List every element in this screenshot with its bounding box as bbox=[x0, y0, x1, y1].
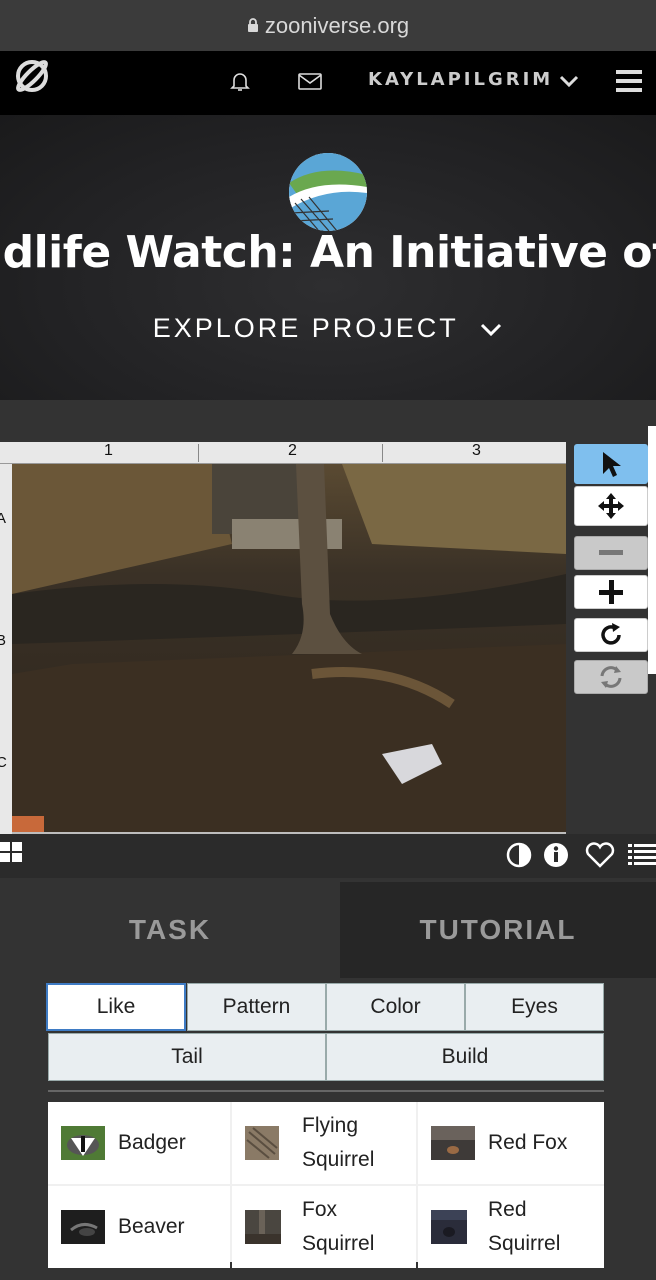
zoom-in-button[interactable] bbox=[574, 575, 648, 609]
reset-view-button[interactable] bbox=[574, 660, 648, 694]
subject-actions-bar bbox=[0, 834, 656, 878]
ruler-label: 3 bbox=[472, 442, 481, 459]
choice-label: Badger bbox=[118, 1131, 186, 1154]
tab-tutorial[interactable]: TUTORIAL bbox=[340, 882, 656, 978]
rotate-icon bbox=[601, 623, 621, 645]
filter-pattern-button[interactable]: Pattern bbox=[187, 983, 326, 1031]
choice-label: Flying Squirrel bbox=[302, 1114, 375, 1171]
messages-mail-icon[interactable] bbox=[297, 69, 323, 93]
zoom-out-button[interactable] bbox=[574, 536, 648, 570]
hamburger-menu-icon[interactable] bbox=[614, 67, 644, 95]
url-text: zooniverse.org bbox=[264, 12, 410, 38]
beaver-thumbnail bbox=[61, 1210, 105, 1244]
grid-ruler-left: A B C bbox=[0, 464, 12, 834]
subject-viewer: 1 2 3 A B C bbox=[0, 442, 566, 834]
pointer-arrow-icon bbox=[603, 452, 621, 477]
project-title: ldlife Watch: An Initiative of t bbox=[0, 227, 656, 278]
chevron-down-icon[interactable] bbox=[558, 71, 580, 91]
filter-like-button[interactable]: Like bbox=[46, 983, 186, 1031]
subject-image[interactable] bbox=[12, 464, 566, 832]
zooniverse-logo-icon[interactable] bbox=[12, 56, 52, 96]
invert-contrast-icon[interactable] bbox=[506, 842, 532, 868]
info-icon[interactable] bbox=[543, 842, 569, 868]
ruler-divider bbox=[382, 444, 383, 462]
grid-ruler-top: 1 2 3 bbox=[0, 442, 566, 464]
spacer bbox=[0, 400, 656, 442]
filter-build-button[interactable]: Build bbox=[326, 1033, 604, 1081]
fox-squirrel-thumbnail bbox=[245, 1210, 289, 1244]
notifications-bell-icon[interactable] bbox=[228, 69, 252, 93]
task-panel: Like Pattern Color Eyes Tail Build Badge… bbox=[0, 978, 656, 1280]
choice-red-fox[interactable]: Red Fox bbox=[418, 1102, 604, 1184]
move-pan-button[interactable] bbox=[574, 486, 648, 526]
ruler-label: 2 bbox=[288, 442, 297, 459]
species-choice-grid: Badger Flying Squirrel Red Fox Beaver Fo… bbox=[48, 1102, 604, 1268]
choice-label: Fox Squirrel bbox=[302, 1198, 375, 1255]
top-nav: KAYLAPILGRIM bbox=[0, 51, 656, 115]
choice-label: Beaver bbox=[118, 1215, 185, 1238]
choice-label: Red Fox bbox=[488, 1131, 568, 1154]
filter-tail-button[interactable]: Tail bbox=[48, 1033, 326, 1081]
move-arrows-icon bbox=[598, 493, 624, 519]
choice-label: Red Squirrel bbox=[488, 1198, 561, 1255]
choice-red-squirrel[interactable]: Red Squirrel bbox=[418, 1186, 604, 1268]
ruler-divider bbox=[198, 444, 199, 462]
annotate-pointer-button[interactable] bbox=[574, 444, 648, 484]
ruler-label: C bbox=[0, 754, 7, 771]
task-tabs: TASK TUTORIAL bbox=[0, 882, 656, 978]
favorite-heart-icon[interactable] bbox=[585, 842, 615, 868]
filter-eyes-button[interactable]: Eyes bbox=[465, 983, 604, 1031]
account-username[interactable]: KAYLAPILGRIM bbox=[368, 69, 553, 90]
project-avatar[interactable] bbox=[289, 153, 367, 231]
ruler-label: B bbox=[0, 632, 7, 649]
choice-badger[interactable]: Badger bbox=[48, 1102, 230, 1184]
tab-task[interactable]: TASK bbox=[0, 882, 340, 978]
flying-squirrel-thumbnail bbox=[245, 1126, 289, 1160]
ruler-label: 1 bbox=[104, 442, 113, 459]
explore-project-button[interactable]: EXPLORE PROJECT bbox=[0, 313, 656, 344]
grid-view-icon[interactable] bbox=[0, 840, 24, 864]
chevron-down-icon bbox=[481, 323, 502, 336]
refresh-icon bbox=[600, 666, 622, 688]
browser-url-bar[interactable]: zooniverse.org bbox=[0, 0, 656, 51]
ruler-label: A bbox=[0, 510, 7, 527]
rotate-button[interactable] bbox=[574, 618, 648, 652]
minus-icon bbox=[599, 550, 623, 555]
choice-flying-squirrel[interactable]: Flying Squirrel bbox=[232, 1102, 416, 1184]
explore-project-label: EXPLORE PROJECT bbox=[152, 313, 459, 343]
red-squirrel-thumbnail bbox=[431, 1210, 475, 1244]
project-hero: ldlife Watch: An Initiative of t EXPLORE… bbox=[0, 115, 656, 400]
choice-beaver[interactable]: Beaver bbox=[48, 1186, 230, 1268]
choice-fox-squirrel[interactable]: Fox Squirrel bbox=[232, 1186, 416, 1268]
filter-color-button[interactable]: Color bbox=[326, 983, 465, 1031]
collections-list-icon[interactable] bbox=[628, 842, 656, 866]
viewer-toolbar bbox=[566, 442, 656, 694]
lock-icon bbox=[247, 17, 258, 32]
red-fox-thumbnail bbox=[431, 1126, 475, 1160]
divider bbox=[48, 1090, 604, 1092]
badger-thumbnail bbox=[61, 1126, 105, 1160]
plus-icon bbox=[599, 580, 623, 604]
